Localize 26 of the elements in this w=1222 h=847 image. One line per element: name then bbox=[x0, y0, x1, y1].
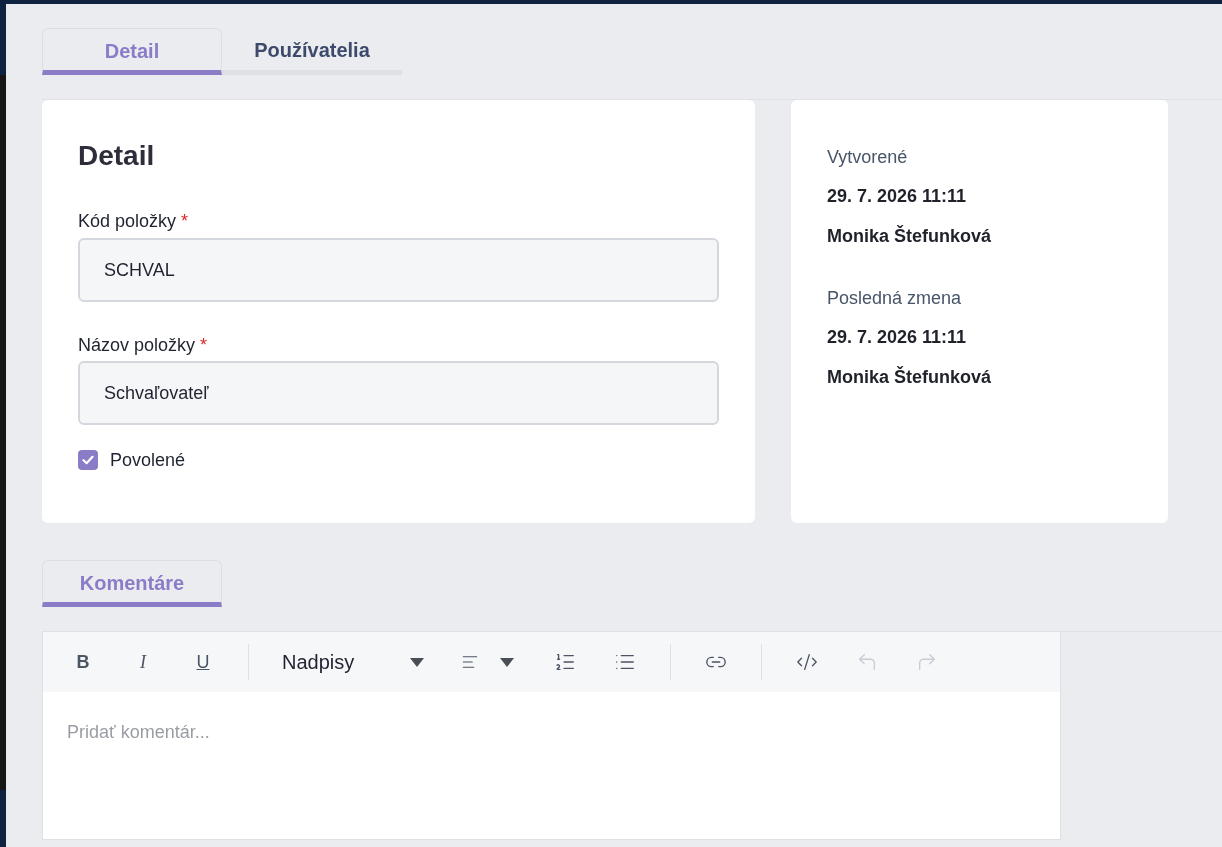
undo-icon bbox=[856, 651, 878, 673]
audit-user: Monika Štefunková bbox=[827, 224, 993, 248]
audit-label: Vytvorené bbox=[827, 146, 909, 169]
bold-button[interactable]: B bbox=[63, 642, 103, 682]
caret-icon bbox=[500, 657, 514, 667]
text-input[interactable]: SCHVAL bbox=[78, 238, 719, 302]
underline-button[interactable]: U bbox=[183, 642, 223, 682]
text-input[interactable]: Schvaľovateľ bbox=[78, 361, 719, 425]
numbered-list-icon bbox=[554, 651, 576, 673]
audit-label: Posledná zmena bbox=[827, 287, 963, 310]
caret-icon bbox=[410, 657, 424, 667]
field-label: Kód položky * bbox=[78, 210, 190, 233]
audit-date: 29. 7. 2026 11:11 bbox=[827, 185, 968, 208]
audit-date: 29. 7. 2026 11:11 bbox=[827, 326, 968, 349]
italic-button[interactable]: I bbox=[123, 642, 163, 682]
redo-icon bbox=[916, 651, 938, 673]
check-icon bbox=[82, 455, 94, 465]
audit-user: Monika Štefunková bbox=[827, 365, 993, 389]
tab[interactable]: Používatelia bbox=[222, 28, 402, 75]
align-left-icon bbox=[461, 653, 479, 671]
checkbox[interactable] bbox=[78, 450, 98, 470]
code-icon bbox=[796, 651, 818, 673]
heading-select[interactable]: Nadpisy bbox=[274, 642, 434, 682]
card-title: Detail bbox=[78, 139, 156, 173]
field-label: Názov položky * bbox=[78, 334, 209, 357]
checkbox-label: Povolené bbox=[110, 449, 186, 472]
